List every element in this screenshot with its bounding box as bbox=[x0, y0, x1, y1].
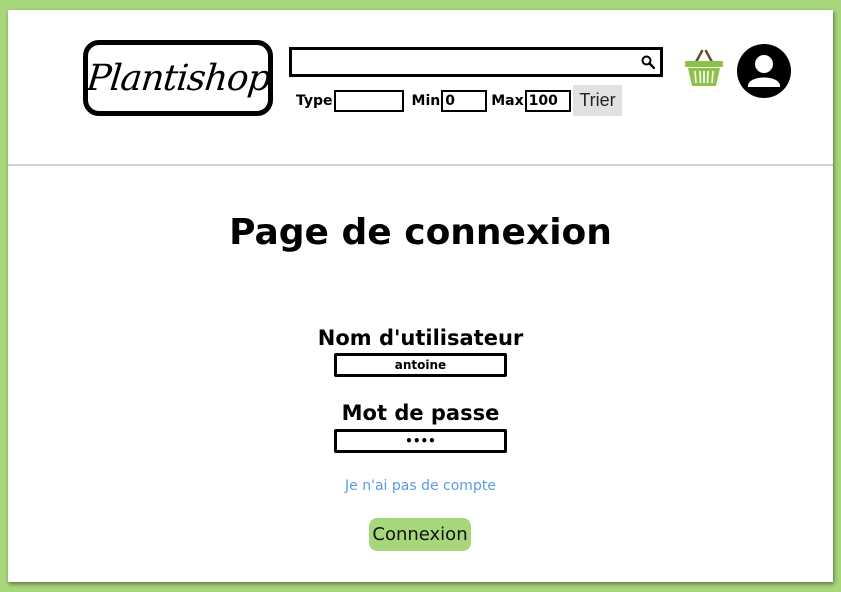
password-input[interactable] bbox=[334, 429, 507, 453]
account-icon[interactable] bbox=[737, 44, 791, 98]
filter-bar: Type Min Max bbox=[296, 90, 583, 112]
header-divider bbox=[8, 164, 833, 166]
search-bar bbox=[289, 47, 663, 77]
username-input[interactable] bbox=[334, 353, 507, 377]
min-label: Min bbox=[411, 93, 441, 109]
password-label: Mot de passe bbox=[341, 401, 500, 425]
max-label: Max bbox=[491, 93, 524, 109]
page-title: Page de connexion bbox=[229, 212, 612, 253]
username-label: Nom d'utilisateur bbox=[317, 326, 524, 350]
logo-text: Plantishop bbox=[84, 57, 272, 99]
page-card: Plantishop Type Min Max Trier Page de co… bbox=[8, 10, 833, 582]
search-icon[interactable] bbox=[641, 55, 655, 69]
max-input[interactable] bbox=[524, 90, 571, 112]
login-button[interactable]: Connexion bbox=[369, 518, 471, 551]
basket-icon[interactable] bbox=[683, 48, 725, 90]
min-input[interactable] bbox=[441, 90, 488, 112]
sort-button[interactable]: Trier bbox=[573, 85, 622, 116]
search-input[interactable] bbox=[292, 50, 632, 74]
logo[interactable]: Plantishop bbox=[83, 40, 273, 116]
no-account-link[interactable]: Je n'ai pas de compte bbox=[8, 478, 833, 494]
type-input[interactable] bbox=[333, 90, 404, 112]
type-label: Type bbox=[296, 93, 333, 109]
